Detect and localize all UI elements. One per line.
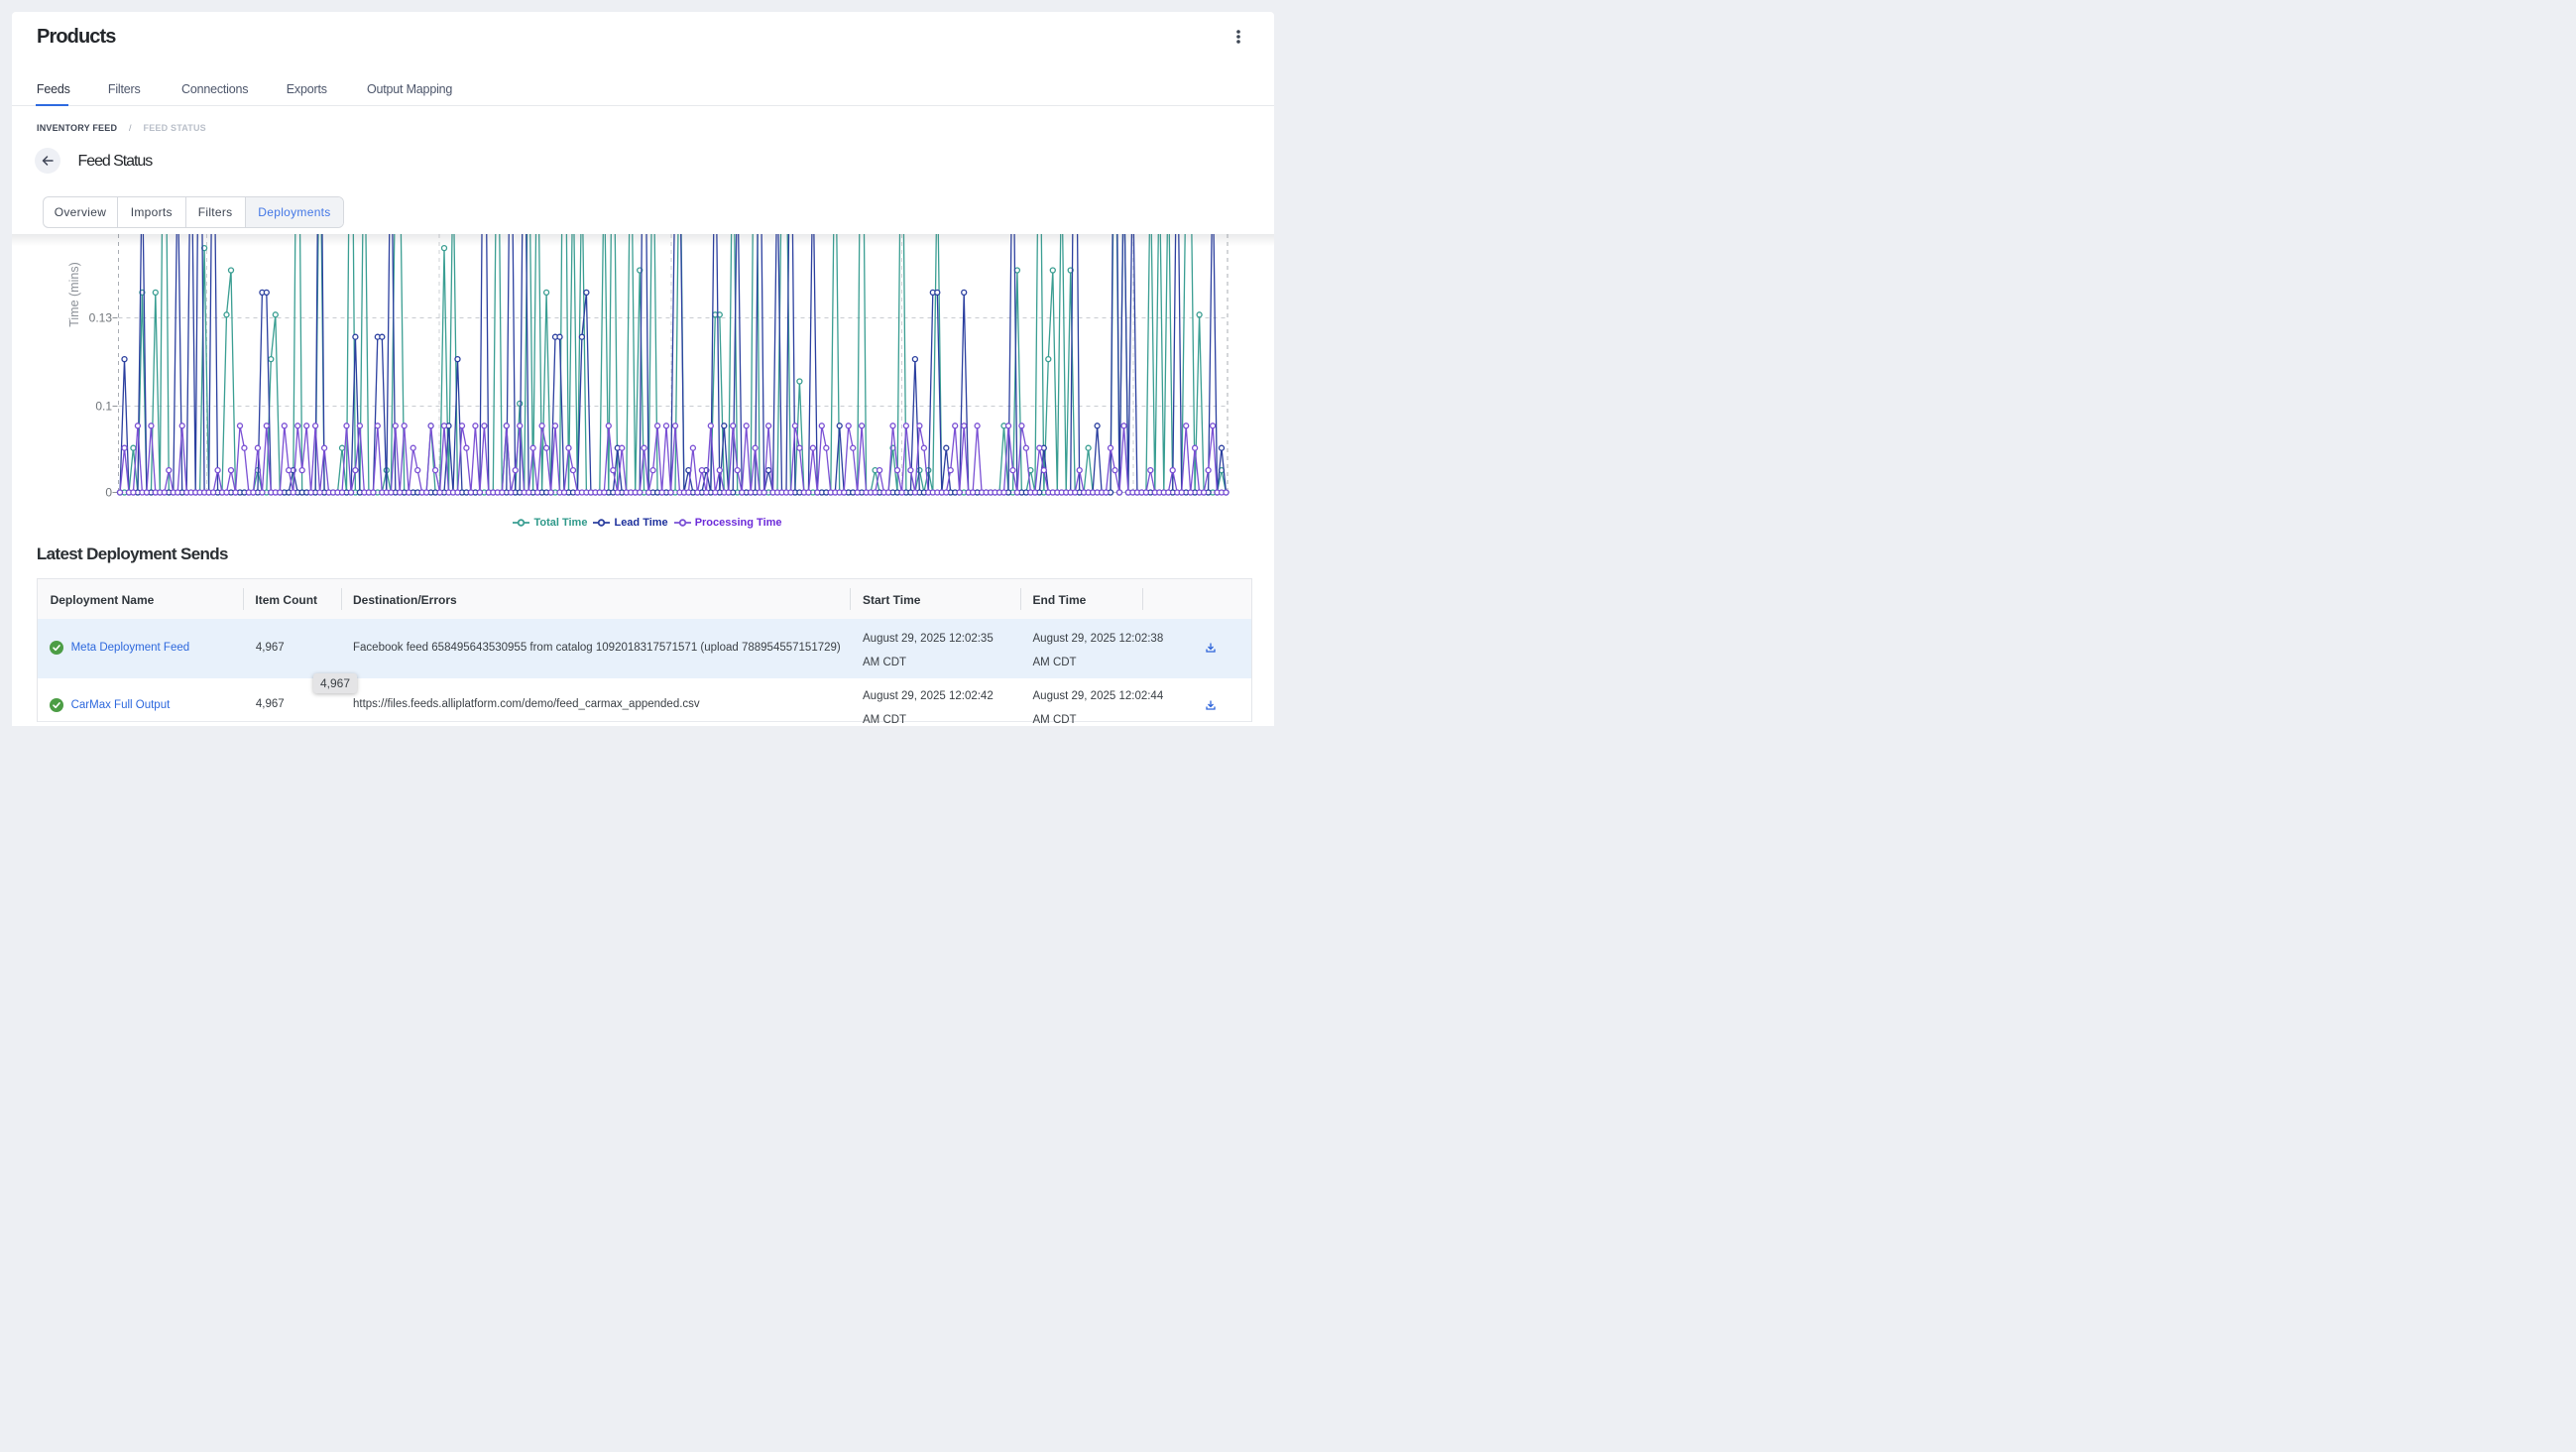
svg-text:0.13: 0.13 (89, 310, 113, 324)
svg-text:0.1: 0.1 (95, 399, 112, 413)
svg-text:Time (mins): Time (mins) (67, 262, 81, 327)
svg-text:0: 0 (105, 485, 112, 499)
